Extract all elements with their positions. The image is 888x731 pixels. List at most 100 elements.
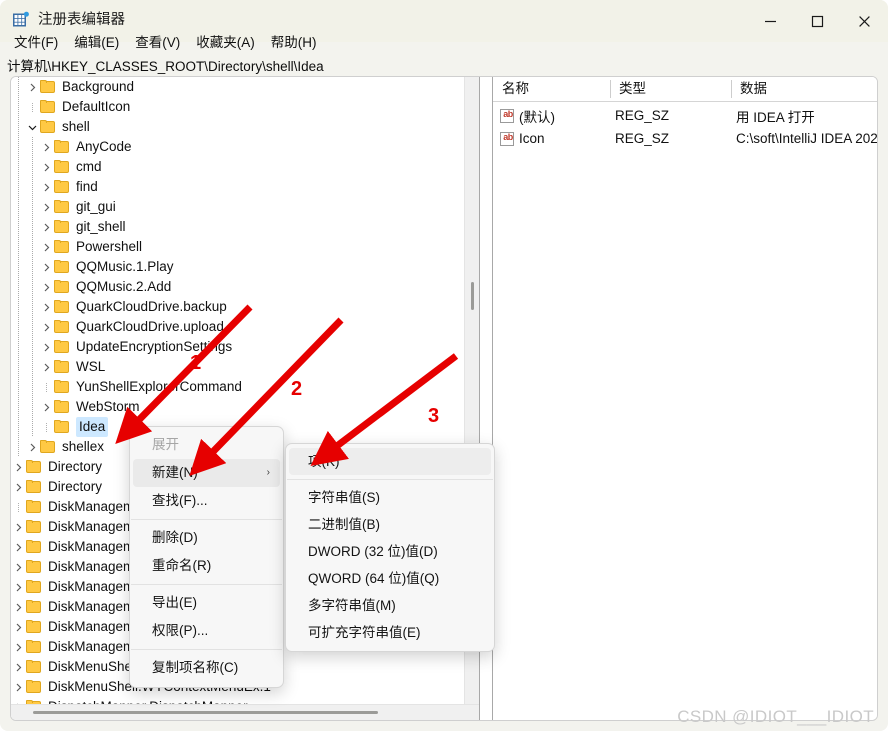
tree-item-label: UpdateEncryptionSettings: [76, 339, 233, 354]
tree-vertical-scroll-thumb[interactable]: [471, 282, 474, 310]
tree-item-0[interactable]: Background: [11, 77, 463, 97]
context-menu-item-label: 复制项名称(C): [152, 660, 239, 675]
tree-item-5[interactable]: find: [11, 177, 463, 197]
chevron-right-icon[interactable]: [11, 657, 25, 677]
value-row-0[interactable]: ab (默认) REG_SZ 用 IDEA 打开: [493, 105, 877, 126]
submenu-item-4[interactable]: DWORD (32 位)值(D): [286, 538, 494, 565]
context-menu-item-4[interactable]: 删除(D): [130, 524, 283, 552]
context-menu-item-7[interactable]: 导出(E): [130, 589, 283, 617]
tree-item-2[interactable]: shell: [11, 117, 463, 137]
context-menu-item-2[interactable]: 查找(F)...: [130, 487, 283, 515]
chevron-right-icon[interactable]: [39, 317, 53, 337]
chevron-right-icon[interactable]: [39, 137, 53, 157]
tree-item-8[interactable]: Powershell: [11, 237, 463, 257]
string-value-icon: ab: [500, 131, 514, 146]
submenu-item-5[interactable]: QWORD (64 位)值(Q): [286, 565, 494, 592]
tree-item-10[interactable]: QQMusic.2.Add: [11, 277, 463, 297]
chevron-right-icon[interactable]: [11, 677, 25, 697]
chevron-right-icon[interactable]: [39, 157, 53, 177]
tree-item-14[interactable]: WSL: [11, 357, 463, 377]
column-header-name[interactable]: 名称: [493, 77, 610, 101]
submenu-item-3[interactable]: 二进制值(B): [286, 511, 494, 538]
tree-item-11[interactable]: QuarkCloudDrive.backup: [11, 297, 463, 317]
tree-item-label: QQMusic.1.Play: [76, 259, 174, 274]
submenu-item-0[interactable]: 项(K): [289, 448, 491, 475]
registry-path: 计算机\HKEY_CLASSES_ROOT\Directory\shell\Id…: [7, 59, 324, 74]
value-type: REG_SZ: [615, 131, 670, 146]
tree-guide: [11, 237, 25, 257]
folder-icon: [39, 100, 57, 114]
chevron-right-icon[interactable]: [11, 537, 25, 557]
context-menu-item-label: 删除(D): [152, 530, 198, 545]
chevron-right-icon[interactable]: [11, 697, 25, 704]
tree-horizontal-scroll-thumb[interactable]: [33, 711, 378, 714]
context-menu-item-label: 重命名(R): [152, 558, 212, 573]
context-menu-item-10[interactable]: 复制项名称(C): [130, 654, 283, 682]
submenu-item-2[interactable]: 字符串值(S): [286, 484, 494, 511]
tree-item-9[interactable]: QQMusic.1.Play: [11, 257, 463, 277]
folder-icon: [53, 420, 71, 434]
tree-item-16[interactable]: WebStorm: [11, 397, 463, 417]
chevron-right-icon[interactable]: [11, 617, 25, 637]
tree-guide: [25, 417, 39, 437]
chevron-right-icon[interactable]: [39, 297, 53, 317]
tree-guide: [11, 77, 25, 97]
tree-item-31[interactable]: DispatchMapper.DispatchMapper: [11, 697, 463, 704]
chevron-right-icon[interactable]: [39, 217, 53, 237]
tree-item-label: git_gui: [76, 199, 116, 214]
chevron-right-icon[interactable]: [11, 637, 25, 657]
menubar-item-4[interactable]: 帮助(H): [263, 29, 325, 53]
tree-item-4[interactable]: cmd: [11, 157, 463, 177]
value-data: C:\soft\IntelliJ IDEA 2022.2.1: [736, 131, 877, 146]
chevron-right-icon[interactable]: [39, 337, 53, 357]
value-name: Icon: [519, 131, 545, 146]
value-row-1[interactable]: ab Icon REG_SZ C:\soft\IntelliJ IDEA 2022.2…: [493, 128, 877, 149]
menubar-item-0[interactable]: 文件(F): [6, 29, 66, 53]
tree-item-1[interactable]: DefaultIcon: [11, 97, 463, 117]
tree-guide: [11, 97, 25, 117]
menubar-item-1[interactable]: 编辑(E): [66, 29, 127, 53]
context-menu-item-8[interactable]: 权限(P)...: [130, 617, 283, 645]
registry-editor-icon: [13, 11, 29, 27]
context-menu-item-5[interactable]: 重命名(R): [130, 552, 283, 580]
tree-item-6[interactable]: git_gui: [11, 197, 463, 217]
tree-item-label: YunShellExplorerCommand: [76, 379, 242, 394]
submenu-item-6[interactable]: 多字符串值(M): [286, 592, 494, 619]
chevron-right-icon[interactable]: [39, 197, 53, 217]
tree-item-12[interactable]: QuarkCloudDrive.upload: [11, 317, 463, 337]
menubar-item-2[interactable]: 查看(V): [127, 29, 188, 53]
column-header-data[interactable]: 数据: [731, 77, 767, 101]
tree-item-13[interactable]: UpdateEncryptionSettings: [11, 337, 463, 357]
chevron-right-icon[interactable]: [11, 457, 25, 477]
address-bar[interactable]: 计算机\HKEY_CLASSES_ROOT\Directory\shell\Id…: [0, 54, 888, 76]
folder-icon: [25, 620, 43, 634]
chevron-right-icon[interactable]: [11, 517, 25, 537]
submenu-item-7[interactable]: 可扩充字符串值(E): [286, 619, 494, 646]
chevron-right-icon[interactable]: [39, 237, 53, 257]
chevron-right-icon[interactable]: [11, 477, 25, 497]
tree-item-label: Idea: [76, 417, 109, 437]
menubar-item-3[interactable]: 收藏夹(A): [188, 29, 263, 53]
tree-item-15[interactable]: YunShellExplorerCommand: [11, 377, 463, 397]
chevron-right-icon[interactable]: [39, 357, 53, 377]
tree-horizontal-scrollbar[interactable]: [11, 704, 479, 720]
tree-item-3[interactable]: AnyCode: [11, 137, 463, 157]
screenshot-root: 注册表编辑器 文件(F) 编辑(E) 查看(V) 收藏夹(A) 帮助(H) 计算…: [0, 0, 888, 731]
chevron-right-icon[interactable]: [39, 277, 53, 297]
column-header-type[interactable]: 类型: [610, 77, 731, 101]
chevron-right-icon[interactable]: [11, 597, 25, 617]
chevron-right-icon[interactable]: [11, 557, 25, 577]
tree-guide: [11, 357, 25, 377]
chevron-right-icon[interactable]: [39, 257, 53, 277]
chevron-right-icon[interactable]: [11, 577, 25, 597]
chevron-down-icon[interactable]: [25, 117, 39, 137]
context-menu-item-label: 展开: [152, 437, 179, 452]
chevron-right-icon[interactable]: [39, 397, 53, 417]
chevron-right-icon[interactable]: [25, 437, 39, 457]
tree-item-7[interactable]: git_shell: [11, 217, 463, 237]
context-menu-item-1[interactable]: 新建(N) ›: [133, 459, 280, 487]
chevron-right-icon[interactable]: [39, 177, 53, 197]
context-menu-item-0: 展开: [130, 431, 283, 459]
tree-guide: [11, 197, 25, 217]
chevron-right-icon[interactable]: [25, 77, 39, 97]
